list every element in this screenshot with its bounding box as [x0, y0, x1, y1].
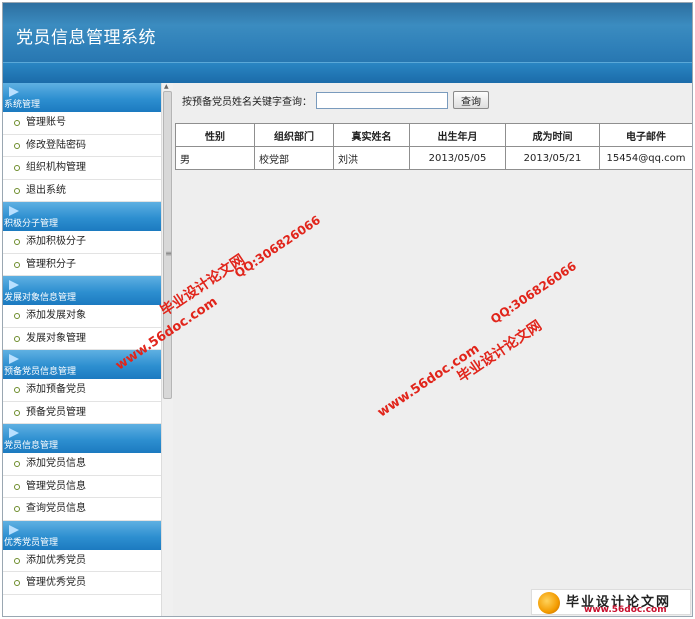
bullet-icon: [14, 387, 20, 393]
sidebar-group-title: 系统管理: [4, 100, 41, 110]
app-title: 党员信息管理系统: [16, 28, 156, 48]
column-header-email: 电子邮件: [599, 123, 692, 147]
sidebar-item-label: 添加发展对象: [26, 310, 86, 321]
sidebar-item-label: 查询党员信息: [26, 503, 86, 514]
bullet-icon: [14, 313, 20, 319]
sidebar-group-title: 预备党员信息管理: [4, 367, 77, 377]
sidebar-item[interactable]: 查询党员信息: [3, 498, 161, 521]
sidebar-item-label: 添加优秀党员: [26, 554, 86, 566]
cell-join-time: 2013/05/21: [505, 146, 600, 170]
sidebar-group-header[interactable]: 优秀党员管理: [3, 520, 161, 550]
sidebar-item-label: 组织机构管理: [26, 162, 86, 173]
bullet-icon: [14, 142, 20, 149]
bullet-icon: [14, 580, 20, 586]
sidebar-item[interactable]: 管理账号: [3, 112, 161, 135]
sidebar-item-label: 修改登陆密码: [26, 139, 86, 151]
sidebar-item[interactable]: 添加优秀党员: [3, 549, 161, 572]
main-content: 按预备党员姓名关键字查询： 查询 性别 组织部门 真实姓名 出生年月 成为时间 …: [174, 83, 692, 616]
sidebar-group-header[interactable]: 发展对象信息管理: [3, 276, 161, 305]
sidebar-item-label: 添加积极分子: [26, 236, 86, 247]
sidebar-group-header[interactable]: 系统管理: [3, 83, 161, 112]
expand-arrow-icon: [9, 206, 19, 216]
results-table: 性别 组织部门 真实姓名 出生年月 成为时间 电子邮件 男 校党部 刘洪 201…: [175, 123, 692, 170]
column-header-real-name: 真实姓名: [333, 123, 410, 147]
search-input[interactable]: [316, 91, 448, 109]
sidebar-scrollbar[interactable]: ▲ ≡: [161, 83, 173, 616]
column-header-join-time: 成为时间: [505, 123, 600, 147]
sidebar-group-title: 发展对象信息管理: [4, 293, 77, 303]
sidebar-item-label: 添加预备党员: [26, 384, 86, 395]
sidebar-item-label: 添加党员信息: [26, 458, 86, 469]
expand-arrow-icon: [9, 354, 19, 364]
search-label: 按预备党员姓名关键字查询：: [182, 96, 312, 108]
sidebar-item-label: 管理积分子: [26, 258, 76, 270]
bullet-icon: [14, 483, 20, 490]
sidebar-item[interactable]: 添加党员信息: [3, 453, 161, 476]
sidebar-item-label: 管理账号: [26, 117, 66, 128]
sidebar-item[interactable]: 退出系统: [3, 179, 161, 202]
sidebar-item-label: 预备党员管理: [26, 406, 86, 418]
sidebar-item[interactable]: 管理积分子: [3, 253, 161, 276]
bullet-icon: [14, 335, 20, 342]
expand-arrow-icon: [9, 524, 19, 535]
sidebar-group-title: 党员信息管理: [4, 441, 59, 451]
expand-arrow-icon: [9, 280, 19, 290]
sidebar-item-label: 管理党员信息: [26, 480, 86, 492]
bullet-icon: [14, 239, 20, 245]
table-row[interactable]: 男 校党部 刘洪 2013/05/05 2013/05/21 15454@qq.…: [175, 146, 692, 170]
column-header-gender: 性别: [175, 123, 255, 147]
sidebar-item[interactable]: 组织机构管理: [3, 157, 161, 180]
expand-arrow-icon: [9, 428, 19, 438]
cell-birth-date: 2013/05/05: [409, 146, 506, 170]
sidebar-item[interactable]: 添加发展对象: [3, 305, 161, 328]
column-header-department: 组织部门: [254, 123, 334, 147]
logo-gear-icon: [538, 592, 560, 614]
footer-logo: 毕业设计论文网 www.56doc.com: [531, 589, 691, 615]
scroll-thumb[interactable]: ≡: [163, 91, 172, 399]
sidebar-item-label: 发展对象管理: [26, 332, 86, 344]
sidebar-group-header[interactable]: 积极分子管理: [3, 202, 161, 231]
search-button[interactable]: 查询: [453, 91, 489, 109]
sidebar-item[interactable]: 修改登陆密码: [3, 134, 161, 157]
sidebar-item[interactable]: 管理优秀党员: [3, 572, 161, 595]
cell-department: 校党部: [254, 146, 334, 170]
scroll-up-arrow-icon[interactable]: ▲: [164, 83, 169, 90]
sidebar-item[interactable]: 添加积极分子: [3, 231, 161, 254]
sidebar-group-title: 优秀党员管理: [4, 537, 59, 548]
bullet-icon: [14, 461, 20, 467]
sidebar-group-header[interactable]: 党员信息管理: [3, 424, 161, 453]
bullet-icon: [14, 187, 20, 194]
sidebar-group-title: 积极分子管理: [4, 219, 59, 229]
app-window: 党员信息管理系统 系统管理管理账号修改登陆密码 组织机构管理 退出系统积极分子管理添…: [2, 2, 693, 617]
logo-url: www.56doc.com: [584, 605, 667, 615]
sidebar-item-label: 退出系统: [26, 184, 66, 196]
bullet-icon: [14, 557, 20, 564]
app-header: 党员信息管理系统: [3, 3, 692, 83]
bullet-icon: [14, 261, 20, 268]
scroll-grip-icon: ≡: [165, 249, 172, 258]
expand-arrow-icon: [9, 87, 19, 97]
sidebar-item-label: 管理优秀党员: [26, 577, 86, 588]
sidebar-item[interactable]: 管理党员信息: [3, 475, 161, 498]
search-bar: 按预备党员姓名关键字查询： 查询: [182, 91, 489, 109]
bullet-icon: [14, 409, 20, 416]
bullet-icon: [14, 506, 20, 512]
bullet-icon: [14, 120, 20, 126]
sidebar-item[interactable]: 添加预备党员: [3, 379, 161, 402]
bullet-icon: [14, 165, 20, 171]
column-header-birth-date: 出生年月: [409, 123, 506, 147]
table-header-row: 性别 组织部门 真实姓名 出生年月 成为时间 电子邮件: [175, 123, 692, 147]
sidebar-item[interactable]: 预备党员管理: [3, 401, 161, 424]
cell-real-name: 刘洪: [333, 146, 410, 170]
cell-email: 15454@qq.com: [599, 146, 692, 170]
cell-gender: 男: [175, 146, 255, 170]
